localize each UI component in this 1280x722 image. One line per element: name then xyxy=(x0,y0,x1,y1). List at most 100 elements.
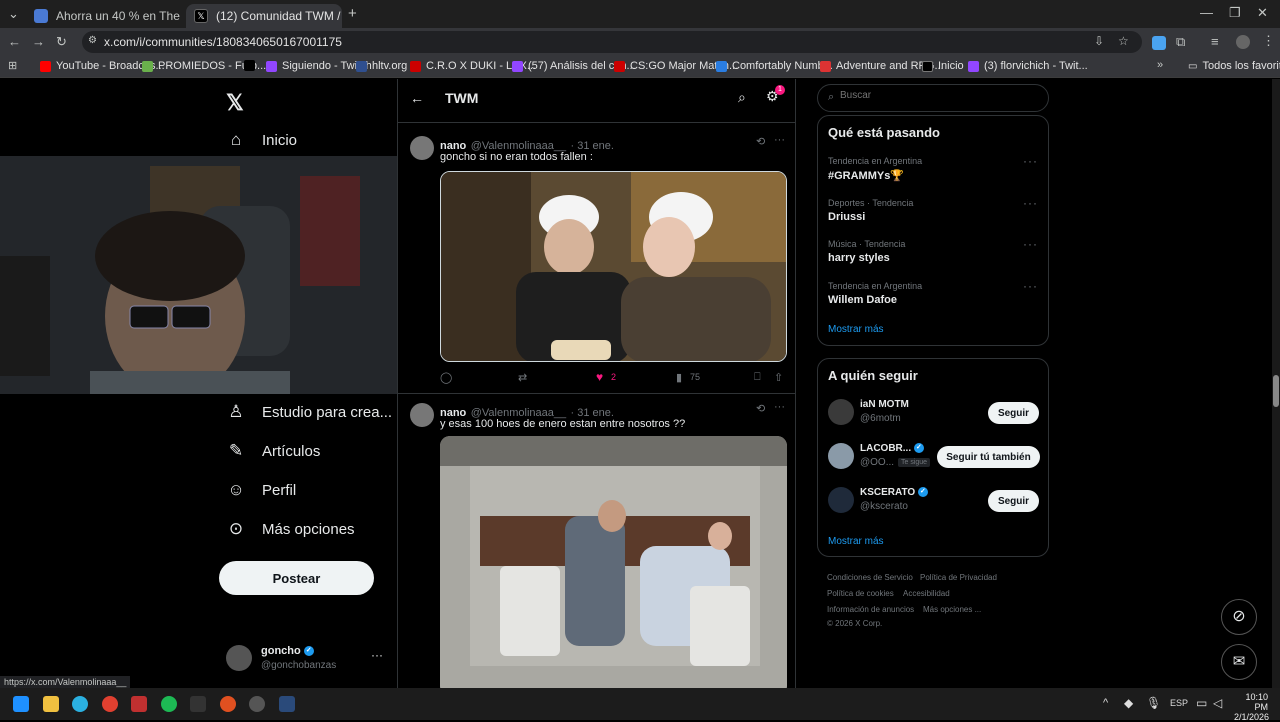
tweet[interactable]: nano @Valenmolinaaa__ · 31 ene. ⟲ ··· y … xyxy=(398,395,795,688)
edge-icon[interactable] xyxy=(72,696,88,712)
trend-item[interactable]: Tendencia en Argentina #GRAMMYs🏆 ··· xyxy=(818,154,1048,194)
spotify-icon[interactable] xyxy=(161,696,177,712)
tweet-media-image[interactable] xyxy=(440,171,787,362)
tray-app-icon[interactable]: ◆ xyxy=(1124,696,1133,710)
maximize-icon[interactable]: ❐ xyxy=(1229,5,1241,21)
site-info-icon[interactable]: ⚙ xyxy=(88,35,97,46)
tab-headliner[interactable]: Ahorra un 40 % en The Headlin ✕ xyxy=(26,4,182,28)
menu-kebab-icon[interactable]: ⋮ xyxy=(1262,33,1275,49)
app-icon[interactable] xyxy=(249,696,265,712)
bookmark-star-icon[interactable]: ☆ xyxy=(1118,34,1129,48)
bookmark-item[interactable]: (3) florvichich - Twit... xyxy=(968,60,1088,72)
profile-avatar[interactable] xyxy=(1236,35,1250,49)
follow-suggestion[interactable]: KSCERATO ✓ @kscerato Seguir xyxy=(818,485,1048,521)
bookmark-item[interactable]: hltv.org xyxy=(356,60,407,72)
extension-icon[interactable] xyxy=(1152,36,1166,50)
back-arrow-icon[interactable]: ← xyxy=(410,90,424,106)
close-window-icon[interactable]: ✕ xyxy=(1257,5,1268,21)
footer-link[interactable]: Más opciones ... xyxy=(923,605,981,614)
minimize-icon[interactable]: — xyxy=(1200,5,1213,20)
avatar[interactable] xyxy=(410,403,434,427)
tweet-more-icon[interactable]: ··· xyxy=(774,134,785,146)
retweet-icon[interactable]: ⇄ xyxy=(518,371,527,384)
follow-suggestion[interactable]: LACOBR... ✓ @OO... Te sigue Seguir tú ta… xyxy=(818,441,1048,477)
tab-twm-community[interactable]: 𝕏 (12) Comunidad TWM / X ✕ xyxy=(186,4,342,28)
tweet[interactable]: nano @Valenmolinaaa__ · 31 ene. ⟲ ··· go… xyxy=(398,126,795,394)
tweet-media-image[interactable] xyxy=(440,436,787,688)
nav-profile[interactable]: ☺ Perfil xyxy=(226,480,296,500)
search-icon[interactable]: ⌕ xyxy=(738,89,746,106)
clock[interactable]: 10:10 PM 2/1/2026 xyxy=(1234,692,1269,722)
footer-link[interactable]: Accesibilidad xyxy=(903,589,950,598)
bookmark-icon[interactable]: ⎕ xyxy=(754,371,761,384)
grok-icon[interactable]: ⟲ xyxy=(756,135,765,148)
address-bar[interactable]: ⚙ x.com/i/communities/180834065016700117… xyxy=(82,31,1142,53)
install-app-icon[interactable]: ⇩ xyxy=(1094,34,1104,48)
search-input[interactable] xyxy=(840,90,1040,101)
search-box[interactable]: ⌕ xyxy=(817,84,1049,112)
scrollbar-thumb[interactable] xyxy=(1273,375,1279,407)
footer-link[interactable]: Política de Privacidad xyxy=(920,573,997,582)
chrome-icon[interactable] xyxy=(102,696,118,712)
footer-link[interactable]: Condiciones de Servicio xyxy=(827,573,913,582)
views-chart-icon[interactable]: ▮ xyxy=(676,371,682,384)
trend-more-icon[interactable]: ··· xyxy=(1023,237,1038,251)
x-logo-icon[interactable]: 𝕏 xyxy=(226,90,244,116)
app-icon[interactable] xyxy=(190,696,206,712)
share-icon[interactable]: ⇧ xyxy=(774,371,783,384)
all-bookmarks[interactable]: ▭ Todos los favoritos xyxy=(1188,60,1280,72)
grok-float-icon[interactable]: ⊘ xyxy=(1221,599,1257,635)
post-button[interactable]: Postear xyxy=(219,561,374,595)
back-icon[interactable]: ← xyxy=(8,34,21,49)
page-scrollbar[interactable] xyxy=(1272,79,1280,688)
windows-start-icon[interactable] xyxy=(13,696,29,712)
tab-search-icon[interactable]: ⌄ xyxy=(8,6,19,22)
grok-icon[interactable]: ⟲ xyxy=(756,402,765,415)
trend-item[interactable]: Tendencia en Argentina Willem Dafoe ··· xyxy=(818,279,1048,319)
messages-envelope-icon[interactable]: ✉ xyxy=(1221,644,1257,680)
footer-link[interactable]: Política de cookies xyxy=(827,589,894,598)
new-tab-icon[interactable]: + xyxy=(348,5,357,22)
tweet-more-icon[interactable]: ··· xyxy=(774,401,785,413)
network-icon[interactable]: ▭ xyxy=(1196,696,1207,710)
account-more-icon[interactable]: ··· xyxy=(371,648,383,662)
follow-back-button[interactable]: Seguir tú también xyxy=(937,446,1040,468)
trend-item[interactable]: Música · Tendencia harry styles ··· xyxy=(818,237,1048,277)
account-switcher[interactable]: goncho ✓ @gonchobanzas ··· xyxy=(226,643,398,677)
trends-show-more-link[interactable]: Mostrar más xyxy=(828,324,884,335)
follow-show-more-link[interactable]: Mostrar más xyxy=(828,536,884,547)
trend-item[interactable]: Deportes · Tendencia Driussi ··· xyxy=(818,196,1048,236)
forward-icon[interactable]: → xyxy=(32,34,45,49)
nav-creator-studio[interactable]: ♙ Estudio para crea... xyxy=(226,402,392,422)
follow-suggestion[interactable]: iaN MOTM @6motm Seguir xyxy=(818,397,1048,433)
bookmark-item[interactable]: Comfortably Numb... xyxy=(716,60,833,72)
bookmark-item[interactable] xyxy=(244,60,255,71)
microphone-icon[interactable]: 🎙 xyxy=(1146,696,1161,710)
footer-link[interactable]: Información de anuncios xyxy=(827,605,914,614)
trend-more-icon[interactable]: ··· xyxy=(1023,196,1038,210)
volume-icon[interactable]: ◁ xyxy=(1213,696,1222,710)
follow-button[interactable]: Seguir xyxy=(988,402,1039,424)
steam-icon[interactable] xyxy=(279,696,295,712)
follow-button[interactable]: Seguir xyxy=(988,490,1039,512)
nav-articles[interactable]: ✎ Artículos xyxy=(226,441,320,461)
nav-more-options[interactable]: ⊙ Más opciones xyxy=(226,519,355,539)
more-bookmarks-chevron-icon[interactable]: » xyxy=(1157,59,1163,71)
file-explorer-icon[interactable] xyxy=(43,696,59,712)
bookmark-item[interactable]: Inicio xyxy=(922,60,964,72)
trend-more-icon[interactable]: ··· xyxy=(1023,279,1038,293)
avatar[interactable] xyxy=(410,136,434,160)
extensions-puzzle-icon[interactable]: ⧉ xyxy=(1176,34,1185,50)
trend-more-icon[interactable]: ··· xyxy=(1023,154,1038,168)
language-indicator[interactable]: ESP xyxy=(1170,698,1188,708)
reply-icon[interactable]: ◯ xyxy=(440,371,452,384)
reload-icon[interactable]: ↻ xyxy=(56,34,67,50)
app-icon[interactable] xyxy=(220,696,236,712)
nav-home[interactable]: ⌂ Inicio xyxy=(226,130,297,150)
twitch-icon xyxy=(968,60,979,72)
media-control-icon[interactable]: ≡ xyxy=(1211,34,1219,49)
app-icon[interactable] xyxy=(131,696,147,712)
tray-overflow-icon[interactable]: ^ xyxy=(1103,697,1108,709)
apps-grid-icon[interactable]: ⊞ xyxy=(8,59,17,72)
like-heart-icon[interactable]: ♥ xyxy=(596,370,603,384)
